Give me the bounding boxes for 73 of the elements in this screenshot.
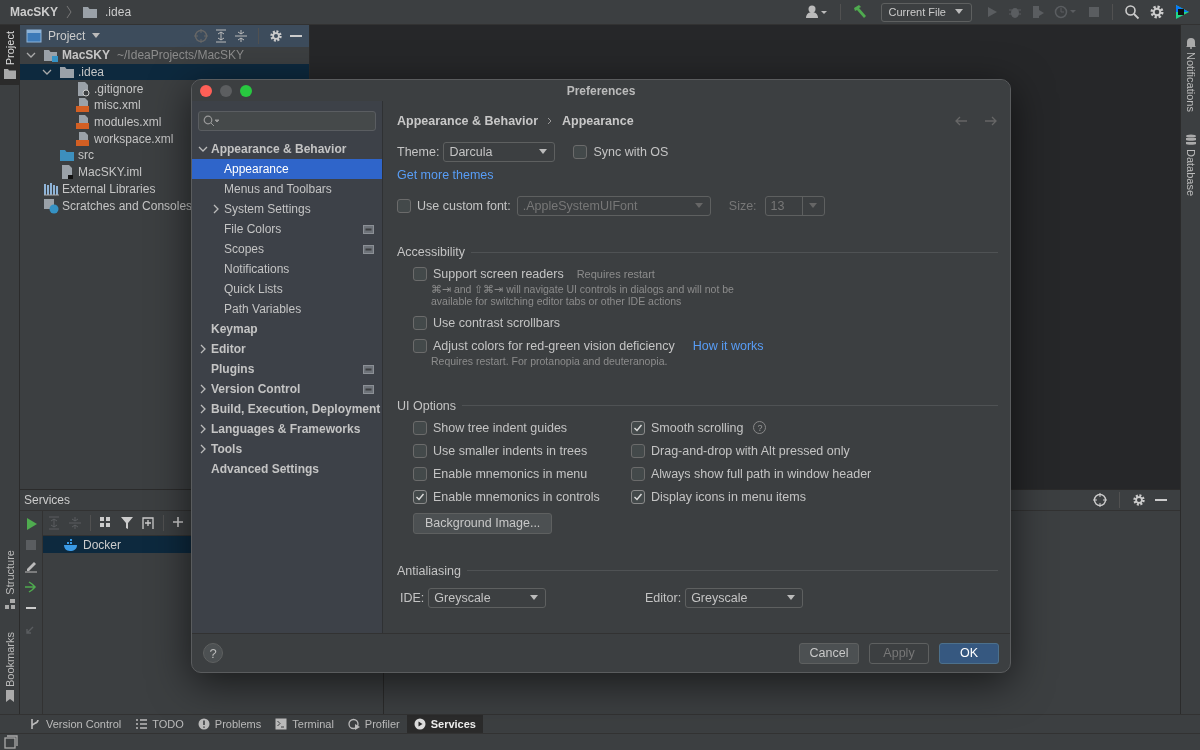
tool-window-tab[interactable]: Services xyxy=(406,715,483,733)
tree-item[interactable]: misc.xml xyxy=(20,97,309,114)
settings-nav-item[interactable]: Plugins xyxy=(192,359,382,379)
settings-nav-item[interactable]: Path Variables xyxy=(192,299,382,319)
checkbox-label: Drag-and-drop with Alt pressed only xyxy=(651,443,850,458)
checkbox-label: Show tree indent guides xyxy=(433,420,568,435)
checkbox-label: Use contrast scrollbars xyxy=(433,316,561,330)
settings-nav-item[interactable]: File Colors xyxy=(192,219,382,239)
settings-nav-item[interactable]: Scopes xyxy=(192,239,382,259)
settings-nav-item[interactable]: Quick Lists xyxy=(192,279,382,299)
tree-item[interactable]: .idea xyxy=(20,63,309,81)
tool-window-tab[interactable]: Version Control xyxy=(22,715,129,733)
help-button[interactable]: ? xyxy=(203,643,223,663)
settings-nav-item[interactable]: Build, Execution, Deployment xyxy=(192,399,382,419)
section-title: Accessibility xyxy=(397,245,466,259)
settings-nav-item[interactable]: System Settings xyxy=(192,199,382,219)
tool-window-tab[interactable]: TODO xyxy=(128,715,191,733)
ide-antialiasing-dropdown[interactable]: Greyscale xyxy=(428,587,547,608)
settings-nav-item[interactable]: Appearance xyxy=(192,159,382,179)
tool-window-tab[interactable]: Notifications xyxy=(1181,33,1200,116)
checkbox-label: Adjust colors for red-green vision deficiency xyxy=(433,339,675,353)
settings-nav-item[interactable]: Advanced Settings xyxy=(192,459,382,479)
field-label: Theme: xyxy=(397,145,440,159)
tree-item[interactable]: modules.xml xyxy=(20,113,309,131)
tree-item[interactable]: .gitignore xyxy=(20,80,309,98)
background-image-button[interactable]: Background Image... xyxy=(413,512,553,534)
checkbox-label: Use smaller indents in trees xyxy=(433,443,588,458)
tool-window-tab[interactable]: Structure xyxy=(0,546,19,614)
breadcrumb-item: Appearance & Behavior xyxy=(397,114,539,128)
panel-title: Services xyxy=(24,493,70,507)
checkbox-label: Support screen readers xyxy=(433,267,564,281)
theme-dropdown[interactable]: Darcula xyxy=(443,142,556,162)
get-more-themes-link[interactable]: Get more themes xyxy=(397,168,494,182)
dialog-title: Preferences xyxy=(566,83,636,98)
field-label: Size: xyxy=(728,199,757,213)
tool-window-tab[interactable]: Profiler xyxy=(340,715,407,733)
settings-nav-item[interactable]: Appearance & Behavior xyxy=(192,139,382,159)
panel-title[interactable]: Project xyxy=(48,29,86,43)
dialog-button[interactable]: Cancel xyxy=(799,642,859,664)
settings-nav-item[interactable]: Menus and Toolbars xyxy=(192,179,382,199)
tool-window-tab[interactable]: Database xyxy=(1181,129,1200,200)
project-name[interactable]: MacSKY xyxy=(10,5,59,19)
tool-window-tab[interactable]: Bookmarks xyxy=(0,627,19,706)
breadcrumb-folder[interactable]: .idea xyxy=(105,5,132,19)
checkbox-label: Enable mnemonics in controls xyxy=(433,489,600,504)
section-title: Antialiasing xyxy=(397,563,461,578)
option-hint: ⌘⇥ and ⇧⌘⇥ will navigate UI controls in dialogs and will not be available for switching editor tabs or other IDE actions xyxy=(431,284,735,307)
checkbox-label: Use custom font: xyxy=(417,199,511,213)
run-configuration-dropdown[interactable]: Current File xyxy=(880,2,972,22)
tool-window-tab[interactable]: Problems xyxy=(190,715,269,733)
tool-window-tab[interactable]: Terminal xyxy=(268,715,341,733)
checkbox-label: Enable mnemonics in menu xyxy=(433,466,588,481)
checkbox-label: Smooth scrolling xyxy=(651,420,744,435)
editor-antialiasing-dropdown[interactable]: Greyscale xyxy=(685,587,804,608)
checkbox-label: Display icons in menu items xyxy=(651,489,806,504)
option-hint: Requires restart. For protanopia and deuteranopia. xyxy=(431,356,669,368)
restart-note: Requires restart xyxy=(576,268,655,280)
breadcrumb-item: Appearance xyxy=(562,114,634,128)
settings-nav-item[interactable]: Tools xyxy=(192,439,382,459)
dialog-button[interactable]: OK xyxy=(939,642,999,664)
settings-nav-item[interactable]: Languages & Frameworks xyxy=(192,419,382,439)
field-label: IDE: xyxy=(400,590,425,605)
how-it-works-link[interactable]: How it works xyxy=(692,339,764,353)
tool-window-tab[interactable]: Project xyxy=(0,25,19,86)
section-title: UI Options xyxy=(397,398,457,413)
checkbox-label: Sync with OS xyxy=(593,145,669,159)
checkbox-label: Always show full path in window header xyxy=(651,466,872,481)
settings-nav-item[interactable]: Version Control xyxy=(192,379,382,399)
settings-nav-item[interactable]: Notifications xyxy=(192,259,382,279)
settings-nav-item[interactable]: Editor xyxy=(192,339,382,359)
field-label: Editor: xyxy=(645,590,682,605)
settings-nav-item[interactable]: Keymap xyxy=(192,319,382,339)
tree-item[interactable]: MacSKY ~/IdeaProjects/MacSKY xyxy=(20,47,309,64)
